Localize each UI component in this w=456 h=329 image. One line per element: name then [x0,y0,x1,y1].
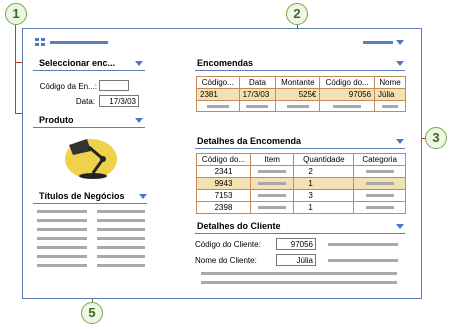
title-bar-line [50,41,108,44]
cell [249,201,295,214]
customer-name-extra [328,259,398,262]
cell [249,177,295,190]
cell: 2341 [196,165,251,178]
date-label: Data: [75,97,95,106]
callout-1: 1 [5,3,27,25]
cell [353,189,406,202]
orders-col-date[interactable]: Data [238,76,277,89]
cell [238,100,277,112]
cell [353,165,406,178]
order-details-underline [195,148,405,149]
select-panel-underline [33,70,145,71]
cell [319,100,376,112]
order-details-table: Código do... Item Quantidade Categoria 2… [196,153,406,214]
business-panel-title: Títulos de Negócios [39,191,125,201]
product-panel-title: Produto [39,115,74,125]
select-panel-arrow-icon[interactable] [135,61,143,66]
cell: 2398 [196,201,251,214]
orders-col-name[interactable]: Nome [374,76,406,89]
business-panel-arrow-icon[interactable] [139,194,147,199]
orders-col-customer-code[interactable]: Código do... [319,76,376,89]
table-row[interactable]: 2341 2 [196,165,406,178]
customer-details-underline [195,233,405,234]
details-col-category[interactable]: Categoria [353,153,406,166]
customer-details-title: Detalhes do Cliente [197,221,281,231]
cell: Júlia [374,88,406,101]
select-panel-title: Seleccionar enc... [39,58,116,68]
details-col-code[interactable]: Código do... [196,153,251,166]
cell: 7153 [196,189,251,202]
order-code-label: Código da En...: [39,82,97,91]
customer-extra-line-2 [201,281,397,284]
cell [196,100,240,112]
cell: 9943 [196,177,251,190]
business-panel-underline [33,203,147,204]
customer-name-label: Nome do Cliente: [195,256,257,265]
cell: 1 [293,201,355,214]
callout-3: 3 [425,127,447,149]
customer-code-extra [328,243,398,246]
orders-col-code[interactable]: Código... [196,76,240,89]
dropdown-arrow-icon[interactable] [396,40,404,45]
table-row[interactable]: 7153 3 [196,189,406,202]
cell: 2 [293,165,355,178]
orders-underline [195,70,405,71]
orders-title: Encomendas [197,58,254,68]
order-code-field[interactable] [99,80,129,91]
cell: 525€ [275,88,321,101]
customer-details-arrow-icon[interactable] [396,224,404,229]
title-bar-right-line [363,41,393,44]
orders-col-amount[interactable]: Montante [275,76,321,89]
cell: 3 [293,189,355,202]
cell: 2381 [196,88,240,101]
orders-arrow-icon[interactable] [396,61,404,66]
cell: 97056 [319,88,376,101]
customer-name-field[interactable]: Júlia [276,254,316,266]
grid-icon[interactable] [35,38,46,47]
order-details-arrow-icon[interactable] [396,139,404,144]
cell [353,201,406,214]
cell [353,177,406,190]
lamp-image [57,129,127,184]
customer-code-field[interactable]: 97056 [276,238,316,250]
callout-5: 5 [81,302,103,324]
customer-extra-line-1 [201,272,397,275]
cell [374,100,406,112]
table-row[interactable]: 9943 1 [196,177,406,190]
bracket-1-line [15,25,16,113]
details-col-qty[interactable]: Quantidade [293,153,355,166]
cell [275,100,321,112]
table-row[interactable]: 2381 17/3/03 525€ 97056 Júlia [196,88,406,101]
table-row[interactable] [196,100,406,112]
business-list-left [37,210,89,282]
orders-table: Código... Data Montante Código do... Nom… [196,76,406,112]
cell [249,189,295,202]
cell: 17/3/03 [238,88,277,101]
date-field[interactable]: 17/3/03 [99,95,139,107]
order-details-title: Detalhes da Encomenda [197,136,302,146]
business-list-right [97,210,149,282]
cell: 1 [293,177,355,190]
form-window: Seleccionar enc... Código da En...: Data… [22,28,422,299]
callout-2: 2 [286,3,308,25]
cell [249,165,295,178]
product-panel-arrow-icon[interactable] [135,118,143,123]
product-panel-underline [33,127,145,128]
details-col-item[interactable]: Item [249,153,295,166]
table-row[interactable]: 2398 1 [196,201,406,214]
customer-code-label: Código do Cliente: [195,240,261,249]
